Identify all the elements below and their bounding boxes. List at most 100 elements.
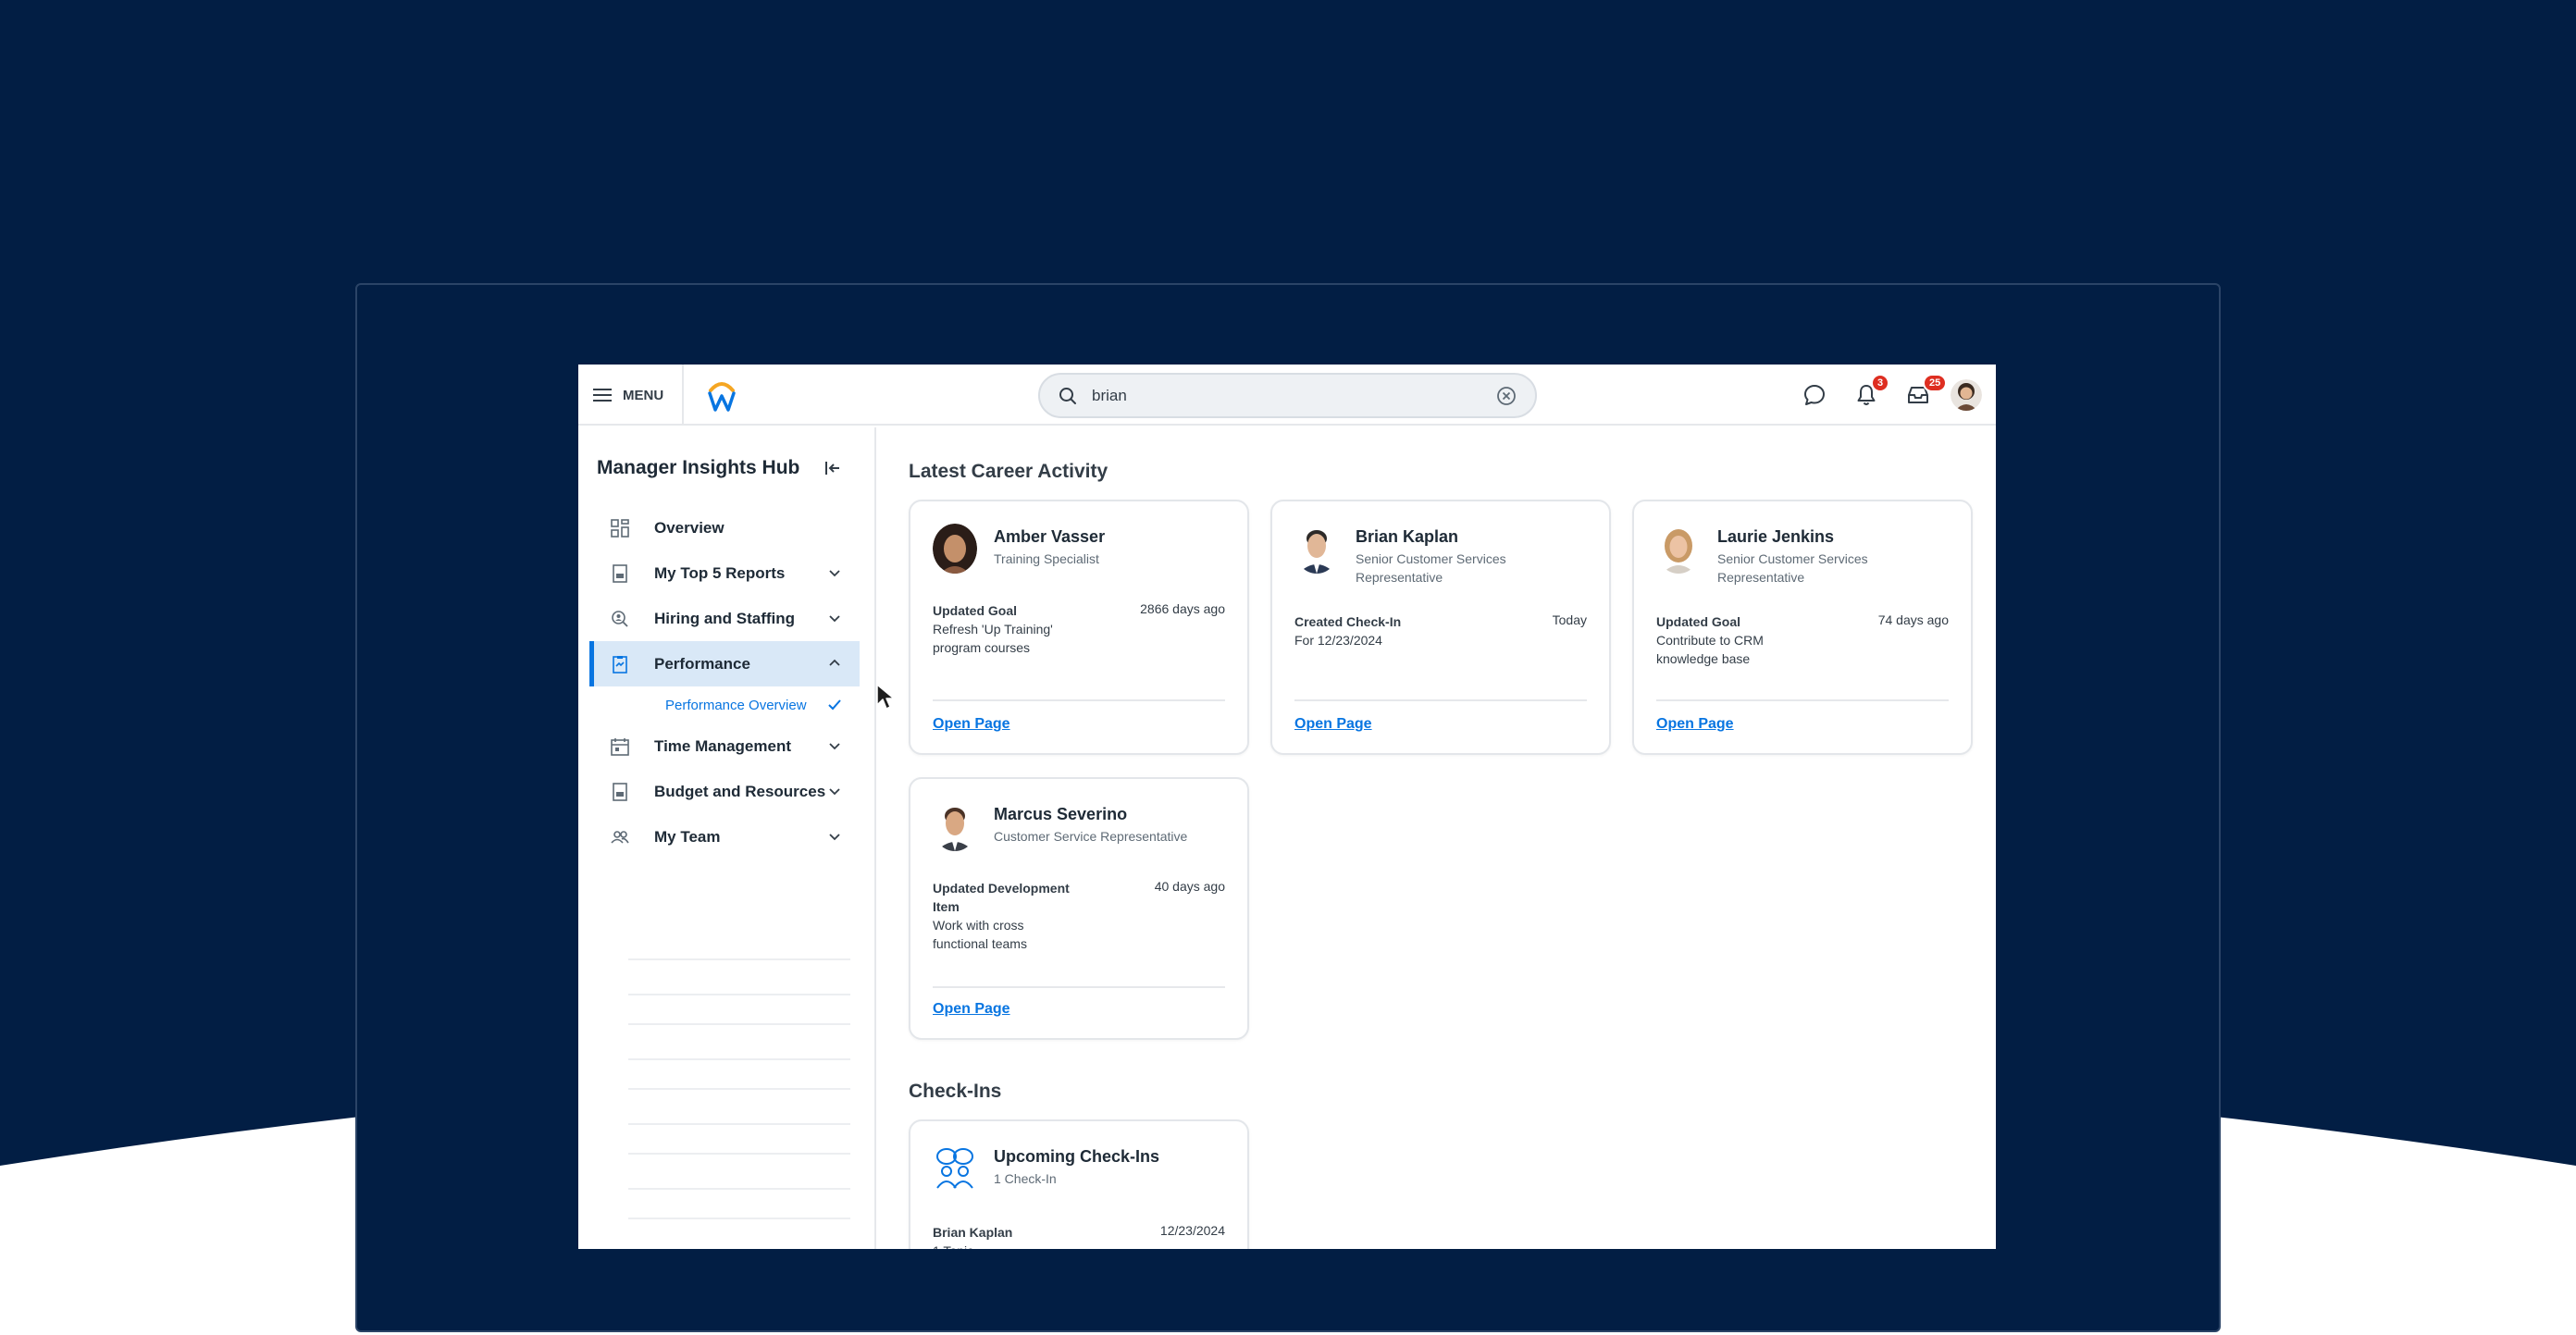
chevron-down-icon <box>829 570 840 577</box>
person-role: Senior Customer Services Representative <box>1356 551 1506 585</box>
mouse-cursor-icon <box>876 684 895 710</box>
sidebar-nav: Overview My Top 5 Reports Hiring and Sta… <box>589 505 860 859</box>
report-icon <box>610 782 630 802</box>
open-page-link[interactable]: Open Page <box>933 716 1010 733</box>
team-icon <box>610 827 630 847</box>
chat-icon <box>1804 385 1825 405</box>
checkin-subtitle: 1 Check-In <box>994 1171 1057 1186</box>
open-page-link[interactable]: Open Page <box>933 1001 1010 1018</box>
check-icon <box>828 699 841 711</box>
activity-time: 74 days ago <box>1877 612 1949 627</box>
activity-title: Updated Goal <box>933 603 1018 618</box>
amber-vasser-avatar-icon <box>933 524 977 574</box>
person-role: Training Specialist <box>994 551 1099 566</box>
checkin-card: Upcoming Check-Ins 1 Check-In Brian Kapl… <box>909 1119 1249 1249</box>
activity-title: Created Check-In <box>1294 614 1402 629</box>
activity-description: For 12/23/2024 <box>1294 633 1382 648</box>
person-name: Laurie Jenkins <box>1717 527 1835 546</box>
sidebar-item-performance[interactable]: Performance <box>589 641 860 686</box>
marcus-severino-avatar-icon <box>933 801 977 851</box>
section-title-career: Latest Career Activity <box>909 461 1108 482</box>
chat-button[interactable] <box>1789 365 1840 426</box>
activity-card: Brian Kaplan Senior Customer Services Re… <box>1270 500 1611 755</box>
sidebar-item-budget-and-resources[interactable]: Budget and Resources <box>589 769 860 814</box>
search-icon <box>1059 387 1076 404</box>
sidebar-item-time-management[interactable]: Time Management <box>589 723 860 769</box>
activity-time: Today <box>1552 612 1587 627</box>
sidebar: Manager Insights Hub Overview My Top 5 R… <box>578 427 876 1249</box>
sidebar-title: Manager Insights Hub <box>597 457 800 478</box>
grid-icon <box>610 518 630 538</box>
hamburger-icon <box>593 389 612 402</box>
chevron-down-icon <box>829 615 840 623</box>
sidebar-subitem-label: Performance Overview <box>665 697 807 713</box>
sidebar-item-my-team[interactable]: My Team <box>589 814 860 859</box>
sidebar-item-my-top-5-reports[interactable]: My Top 5 Reports <box>589 550 860 596</box>
clipboard-icon <box>610 654 630 674</box>
checkin-topic: 1 Topic <box>933 1242 1071 1249</box>
placeholder-lines <box>628 958 850 1249</box>
card-divider <box>933 986 1225 988</box>
person-name: Marcus Severino <box>994 805 1128 823</box>
menu-divider <box>682 365 684 426</box>
sidebar-subitem-performance-overview[interactable]: Performance Overview <box>589 686 860 723</box>
inbox-button[interactable]: 25 <box>1892 365 1948 426</box>
activity-title: Updated Goal <box>1656 614 1741 629</box>
person-name: Brian Kaplan <box>1356 527 1459 546</box>
activity-time: 40 days ago <box>1154 879 1225 894</box>
search-person-icon <box>610 609 630 629</box>
sidebar-item-label: My Top 5 Reports <box>654 563 786 582</box>
card-divider <box>1294 699 1587 701</box>
activity-card: Amber Vasser Training Specialist Updated… <box>909 500 1249 755</box>
search-input[interactable] <box>1092 386 1496 405</box>
clear-search-icon[interactable] <box>1496 386 1517 406</box>
card-divider <box>1656 699 1949 701</box>
app-window: MENU 3 25 <box>578 365 1996 1249</box>
section-title-checkins: Check-Ins <box>909 1081 1002 1102</box>
brian-kaplan-avatar-icon <box>1294 524 1339 574</box>
calendar-icon <box>610 736 630 757</box>
chevron-up-icon <box>829 659 840 666</box>
sidebar-item-overview[interactable]: Overview <box>589 505 860 550</box>
report-icon <box>610 563 630 584</box>
laurie-jenkins-avatar-icon <box>1656 524 1701 574</box>
sidebar-item-label: Performance <box>654 654 750 673</box>
sidebar-item-label: Hiring and Staffing <box>654 609 796 627</box>
notifications-button[interactable]: 3 <box>1840 365 1892 426</box>
menu-button[interactable]: MENU <box>593 379 663 411</box>
checkin-person: Brian Kaplan <box>933 1225 1013 1240</box>
activity-description: Work with cross functional teams <box>933 918 1027 951</box>
checkin-title: Upcoming Check-Ins <box>994 1147 1160 1166</box>
notifications-badge: 3 <box>1871 374 1890 392</box>
activity-title: Updated Development Item <box>933 881 1070 914</box>
sidebar-item-label: My Team <box>654 827 721 846</box>
checkin-people-icon <box>936 1148 973 1189</box>
main-content: Latest Career Activity Amber Vasser Trai… <box>878 427 1996 1249</box>
collapse-sidebar-icon[interactable] <box>821 457 843 479</box>
top-icons: 3 25 <box>1789 365 1996 426</box>
sidebar-item-label: Budget and Resources <box>654 782 826 800</box>
workday-logo-icon[interactable] <box>706 377 737 413</box>
chevron-down-icon <box>829 743 840 750</box>
chevron-down-icon <box>829 834 840 841</box>
card-divider <box>933 699 1225 701</box>
chevron-down-icon <box>829 788 840 796</box>
person-role: Senior Customer Services Representative <box>1717 551 1868 585</box>
user-avatar-icon <box>1951 379 1982 411</box>
activity-description: Refresh 'Up Training' program courses <box>933 622 1053 655</box>
open-page-link[interactable]: Open Page <box>1294 716 1372 733</box>
activity-time: 2866 days ago <box>1140 601 1225 616</box>
sidebar-item-label: Overview <box>654 518 724 537</box>
person-role: Customer Service Representative <box>994 829 1188 844</box>
sidebar-item-hiring-and-staffing[interactable]: Hiring and Staffing <box>589 596 860 641</box>
menu-label: MENU <box>623 387 664 403</box>
activity-card: Marcus Severino Customer Service Represe… <box>909 777 1249 1040</box>
open-page-link[interactable]: Open Page <box>1656 716 1734 733</box>
profile-button[interactable] <box>1944 365 1996 426</box>
search-bar[interactable] <box>1038 373 1537 418</box>
checkin-date: 12/23/2024 <box>1159 1223 1225 1238</box>
person-name: Amber Vasser <box>994 527 1106 546</box>
sidebar-item-label: Time Management <box>654 736 792 755</box>
top-bar: MENU 3 25 <box>578 365 1996 426</box>
activity-card: Laurie Jenkins Senior Customer Services … <box>1632 500 1973 755</box>
